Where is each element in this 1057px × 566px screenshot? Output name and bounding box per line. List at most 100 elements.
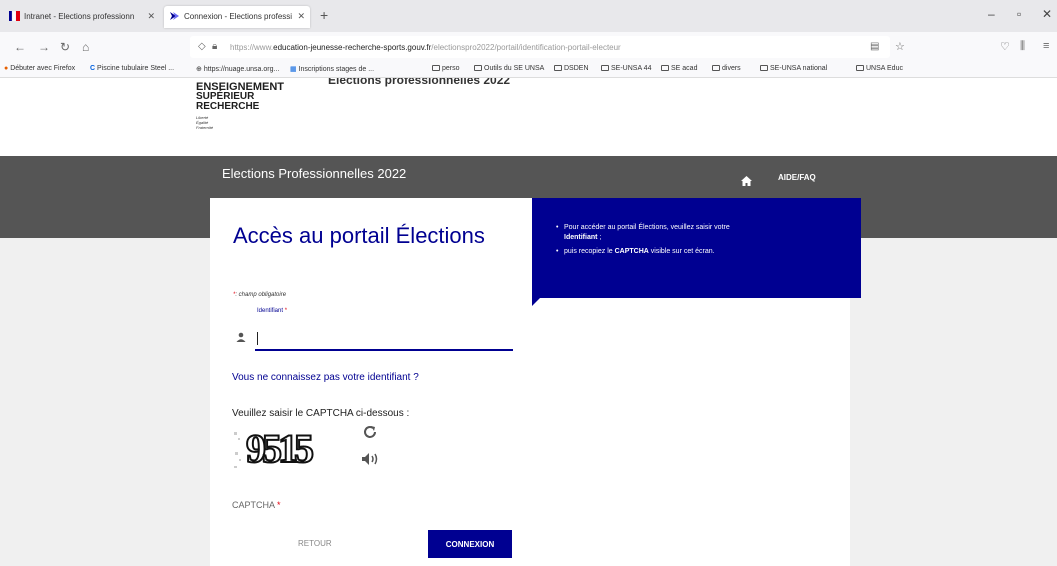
identifiant-input[interactable] <box>255 327 513 351</box>
site-icon: ▦ <box>290 66 297 73</box>
close-window-icon[interactable]: ✕ <box>1042 7 1052 21</box>
info-text: Pour accéder au portail Élections, veuil… <box>564 224 730 231</box>
reader-view-icon[interactable]: ▤ <box>870 41 879 52</box>
url-path: /electionspro2022/portail/identification… <box>431 43 621 52</box>
required-text: : champ obligatoire <box>235 292 287 298</box>
text-cursor <box>257 332 258 345</box>
bookmark-label: SE-UNSA national <box>770 65 828 72</box>
folder-icon <box>661 65 669 71</box>
tab-strip: Intranet - Elections professionn ✕ Conne… <box>0 0 1057 32</box>
folder-icon <box>712 65 720 71</box>
folder-icon <box>432 65 440 71</box>
required-note: *: champ obligatoire <box>233 292 286 298</box>
bookmark-item[interactable]: ⊕ https://nuage.unsa.org... <box>196 65 279 73</box>
bookmark-item[interactable]: C Piscine tubulaire Steel ... <box>90 65 174 72</box>
tab-connexion[interactable]: Connexion - Elections professi ✕ <box>164 6 310 28</box>
folder-icon <box>474 65 482 71</box>
bookmark-folder[interactable]: SE-UNSA national <box>760 65 827 72</box>
tab-label: Connexion - Elections professi <box>184 12 293 21</box>
tab-intranet[interactable]: Intranet - Elections professionn ✕ <box>4 6 160 28</box>
close-tab-icon[interactable]: ✕ <box>297 11 305 22</box>
aide-faq-link[interactable]: AIDE/FAQ <box>778 173 816 182</box>
info-text: visible sur cet écran. <box>648 248 715 255</box>
bookmark-label: Outils du SE UNSA <box>484 65 545 72</box>
info-item: Pour accéder au portail Élections, veuil… <box>556 223 851 243</box>
info-bold: CAPTCHA <box>614 248 649 255</box>
required-star: * <box>277 500 281 510</box>
navigation-bar: ← → ↻ ⌂ ◇ 🔒︎ https://www.education-jeune… <box>0 32 1057 62</box>
label-text: Identifiant <box>257 308 284 314</box>
page-title: Accès au portail Élections <box>233 223 485 248</box>
bookmark-label: SE-UNSA 44 <box>611 65 652 72</box>
folder-icon <box>760 65 768 71</box>
forgot-identifiant-link[interactable]: Vous ne connaissez pas votre identifiant… <box>232 372 419 383</box>
folder-icon <box>601 65 609 71</box>
tab-label: Intranet - Elections professionn <box>24 12 135 21</box>
connexion-button[interactable]: CONNEXION <box>428 530 512 558</box>
library-icon[interactable]: ⫼ <box>1020 40 1025 53</box>
url-domain: education-jeunesse-recherche-sports.gouv… <box>273 43 432 52</box>
lock-icon[interactable]: 🔒︎ <box>212 41 217 52</box>
bookmark-folder[interactable]: divers <box>712 65 741 72</box>
ministry-logo: ENSEIGNEMENT SUPÉRIEUR RECHERCHE Liberté… <box>196 82 284 131</box>
new-tab-button[interactable]: + <box>320 7 328 23</box>
arrow-favicon-icon <box>170 12 179 20</box>
bookmark-label: Piscine tubulaire Steel ... <box>97 65 175 72</box>
site-icon: C <box>90 65 96 72</box>
user-icon <box>236 332 246 342</box>
refresh-captcha-icon[interactable] <box>362 424 378 440</box>
bookmark-label: Inscriptions stages de ... <box>298 66 375 73</box>
site-header <box>0 78 1057 156</box>
shield-icon[interactable]: ◇ <box>198 41 206 52</box>
globe-icon: ⊕ <box>196 66 202 73</box>
close-tab-icon[interactable]: ✕ <box>147 11 155 22</box>
retour-button[interactable]: RETOUR <box>298 539 332 548</box>
band-title: Elections Professionnelles 2022 <box>222 166 407 181</box>
menu-icon[interactable]: ≡ <box>1043 40 1049 52</box>
bookmark-label: UNSA Educ <box>866 65 903 72</box>
bookmark-item[interactable]: ▦ Inscriptions stages de ... <box>290 65 374 73</box>
marianne-favicon-icon <box>9 11 20 21</box>
captcha-field-label: CAPTCHA * <box>232 500 281 510</box>
info-text: ; <box>597 234 602 241</box>
pocket-icon[interactable]: ♡ <box>1000 40 1010 53</box>
site-title: Élections professionnelles 2022 <box>328 78 511 87</box>
minimize-icon[interactable]: – <box>988 7 995 21</box>
bookmark-label: SE acad <box>671 65 698 72</box>
required-star: * <box>284 308 288 314</box>
bookmark-label: DSDEN <box>564 65 589 72</box>
maximize-icon[interactable]: ▫ <box>1017 7 1021 21</box>
bookmark-item[interactable]: ● Débuter avec Firefox <box>4 65 75 72</box>
home-icon[interactable]: ⌂ <box>82 40 89 54</box>
reload-icon[interactable]: ↻ <box>60 40 70 54</box>
folder-icon <box>554 65 562 71</box>
info-box-tail <box>532 298 540 306</box>
captcha-prompt: Veuillez saisir le CAPTCHA ci-dessous : <box>232 408 410 419</box>
bookmark-folder[interactable]: UNSA Educ <box>856 65 903 72</box>
info-box: Pour accéder au portail Élections, veuil… <box>532 198 861 298</box>
url-bar[interactable]: ◇ 🔒︎ https://www.education-jeunesse-rech… <box>190 36 890 58</box>
motto-line: Fraternité <box>196 125 214 130</box>
bookmark-folder[interactable]: SE acad <box>661 65 697 72</box>
url-prefix: https://www. <box>230 43 274 52</box>
home-icon[interactable] <box>741 176 752 186</box>
firefox-icon: ● <box>4 65 9 72</box>
bookmark-folder[interactable]: perso <box>432 65 460 72</box>
identifiant-label: Identifiant * <box>257 308 287 314</box>
captcha-input[interactable] <box>230 512 512 520</box>
info-item: puis recopiez le CAPTCHA visible sur cet… <box>556 247 851 257</box>
bookmark-folder[interactable]: SE-UNSA 44 <box>601 65 651 72</box>
forward-icon[interactable]: → <box>38 40 50 54</box>
bookmark-star-icon[interactable]: ☆ <box>895 40 905 53</box>
bookmark-label: Débuter avec Firefox <box>10 65 76 72</box>
bookmark-folder[interactable]: Outils du SE UNSA <box>474 65 544 72</box>
bookmarks-bar: ● Débuter avec Firefox C Piscine tubulai… <box>0 62 1057 78</box>
info-bold: Identifiant <box>564 234 598 241</box>
bookmark-label: divers <box>722 65 741 72</box>
audio-captcha-icon[interactable] <box>360 451 380 467</box>
bookmark-folder[interactable]: DSDEN <box>554 65 589 72</box>
bookmark-label: perso <box>442 65 460 72</box>
captcha-image: 9515 <box>245 425 315 472</box>
logo-line: RECHERCHE <box>196 101 260 112</box>
back-icon[interactable]: ← <box>14 40 26 54</box>
